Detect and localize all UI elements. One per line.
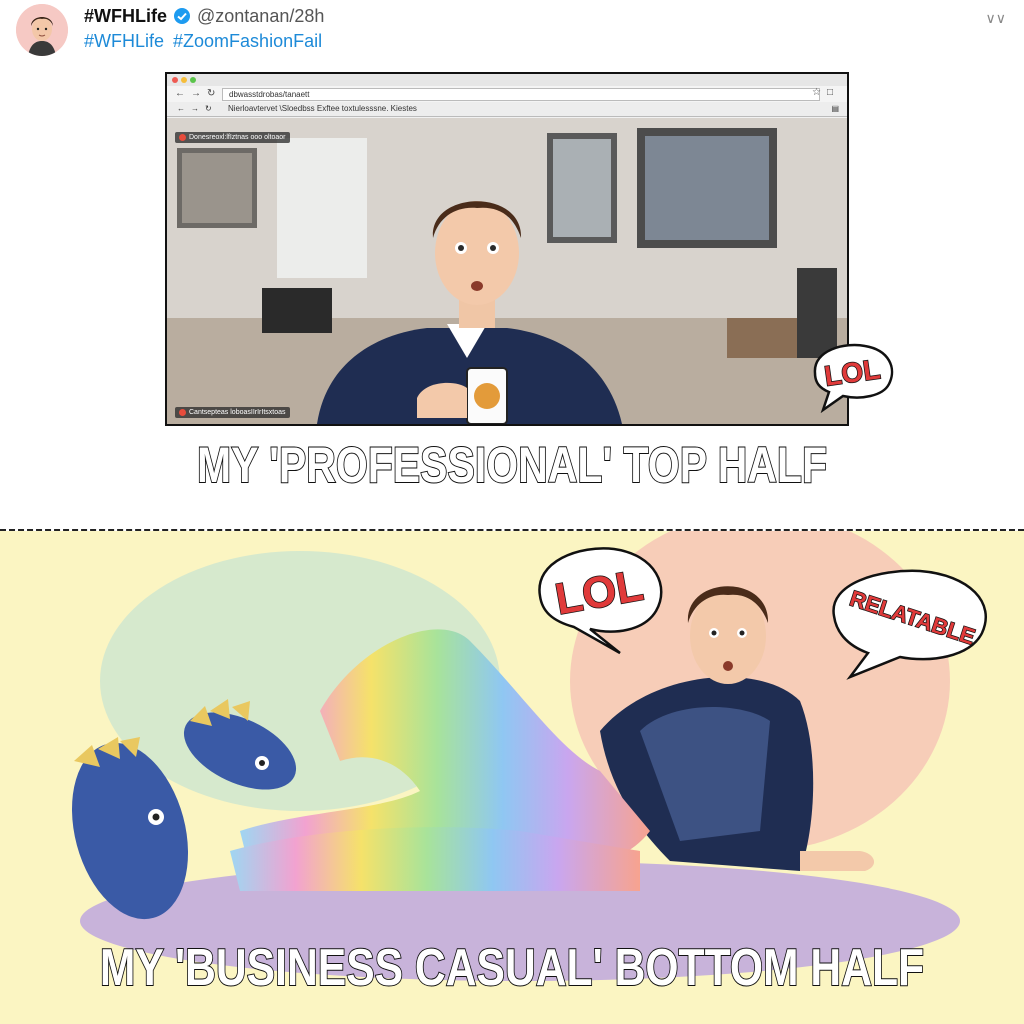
- avatar[interactable]: [16, 4, 68, 56]
- top-caption: MY 'PROFESSIONAL' TOP HALF: [196, 436, 828, 494]
- user-handle[interactable]: @zontanan/28h: [197, 6, 324, 27]
- tweet-header: #WFHLife @zontanan/28h #WFHLife #ZoomFas…: [0, 0, 1024, 65]
- browser-nav-icons[interactable]: ←→↻: [175, 88, 221, 99]
- relatable-speech-bubble: RELATABLE: [832, 569, 987, 680]
- video-label-bottom: Cantsepteas loboasIIrIrItsxtoas: [175, 407, 290, 418]
- minimize-window-icon[interactable]: [181, 77, 187, 83]
- menu-icon[interactable]: ▤: [831, 102, 839, 116]
- video-label-top: Donesreoxl:lfIztnas ooo oltoaor: [175, 132, 290, 143]
- browser-titlebar: [167, 74, 847, 86]
- bottom-caption: MY 'BUSINESS CASUAL' BOTTOM HALF: [99, 938, 925, 998]
- video-label-text: Donesreoxl:lfIztnas ooo oltoaor: [189, 134, 286, 141]
- video-label-text: Cantsepteas loboasIIrIrItsxtoas: [189, 409, 286, 416]
- close-window-icon[interactable]: [172, 77, 178, 83]
- browser-toolbar: ←→↻ dbwasstdrobas/tanaett ☆□: [167, 86, 847, 102]
- avatar-face-icon: [16, 4, 68, 56]
- bookmarks-text[interactable]: Nierloavtervet \Sloedbss Exftee toxtules…: [228, 104, 417, 113]
- hashtag-link[interactable]: #WFHLife: [84, 31, 164, 51]
- browser-window: ←→↻ dbwasstdrobas/tanaett ☆□ ←→↻ Nierloa…: [165, 72, 849, 426]
- video-scene: [167, 118, 847, 424]
- address-bar[interactable]: dbwasstdrobas/tanaett: [222, 88, 820, 101]
- maximize-window-icon[interactable]: [190, 77, 196, 83]
- video-feed: Donesreoxl:lfIztnas ooo oltoaor Cantsept…: [167, 118, 847, 424]
- verified-badge-icon: [174, 8, 190, 24]
- star-icon[interactable]: ☆□: [812, 87, 839, 98]
- bookmark-nav-icons[interactable]: ←→↻: [177, 104, 218, 113]
- hashtag-link[interactable]: #ZoomFashionFail: [173, 31, 322, 51]
- record-icon: [179, 409, 186, 416]
- bookmarks-bar: ←→↻ Nierloavtervet \Sloedbss Exftee toxt…: [167, 102, 847, 117]
- lol-speech-bubble: LOL: [538, 547, 663, 655]
- chevron-down-icon[interactable]: ∨∨: [986, 10, 1007, 27]
- hashtag-line: #WFHLife #ZoomFashionFail: [84, 31, 326, 52]
- record-icon: [179, 134, 186, 141]
- display-name[interactable]: #WFHLife: [84, 6, 167, 27]
- lol-speech-bubble: LOL: [813, 343, 894, 413]
